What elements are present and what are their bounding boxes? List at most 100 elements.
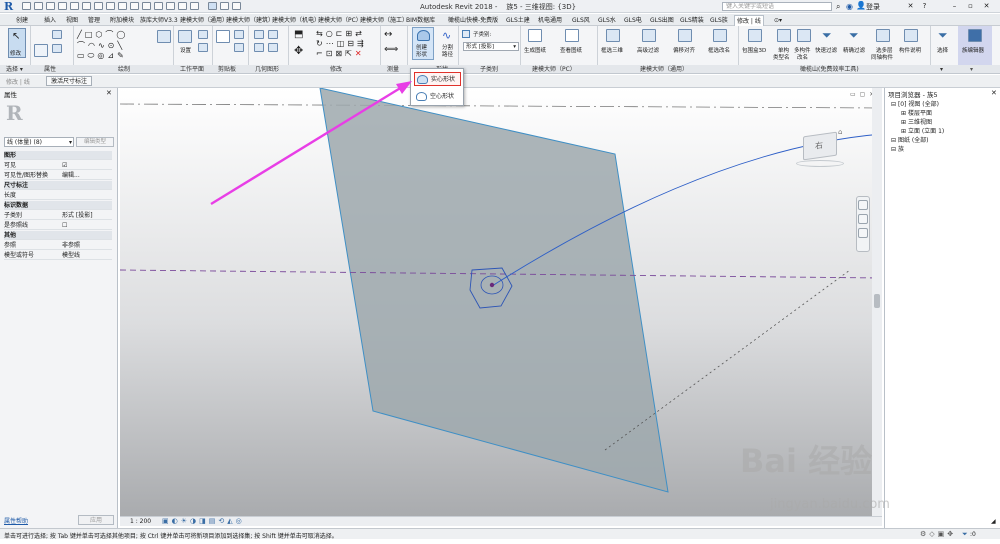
section-icon[interactable] bbox=[142, 2, 151, 10]
close-icon[interactable]: ✕ bbox=[982, 2, 991, 10]
activate-dimensions-button[interactable]: 激活尺寸标注 bbox=[46, 76, 93, 86]
load-into-project-icon[interactable] bbox=[968, 29, 982, 42]
home-icon[interactable]: ⌂ bbox=[838, 128, 842, 136]
tab-16[interactable]: GLS水 bbox=[596, 15, 618, 26]
delete-icon[interactable]: ✕ bbox=[355, 49, 365, 58]
paint-icon[interactable] bbox=[268, 43, 278, 52]
tree-expand-icon[interactable]: ⊟ bbox=[891, 137, 898, 144]
minimize-icon[interactable]: – bbox=[950, 2, 959, 10]
properties-help-link[interactable]: 属性帮助 bbox=[4, 516, 28, 525]
browser-tree-item[interactable]: ⊞ 三维视图 bbox=[901, 117, 932, 126]
subscription-icon[interactable]: ◉ bbox=[846, 2, 853, 11]
path-endpoint[interactable] bbox=[489, 282, 495, 288]
show-workplane-icon[interactable] bbox=[198, 30, 208, 39]
property-group-header[interactable]: 图形 bbox=[4, 151, 112, 160]
modify-qat-icon[interactable] bbox=[208, 2, 217, 10]
property-row[interactable]: 模型或符号 模型线 bbox=[4, 251, 112, 260]
redo-icon[interactable] bbox=[70, 2, 79, 10]
family-types-icon[interactable] bbox=[52, 30, 62, 39]
draw-line-icon[interactable]: ╱□⬡⌒◯ bbox=[77, 29, 128, 40]
property-row[interactable]: 长度 bbox=[4, 191, 112, 200]
precise-filter-button[interactable]: 精确过滤 bbox=[843, 46, 865, 54]
close-hidden-icon[interactable] bbox=[166, 2, 175, 10]
draw-spline-icon[interactable]: ▭⬭◎⊿✎ bbox=[77, 51, 127, 61]
dimension-icon[interactable]: ⟺ bbox=[384, 44, 398, 55]
steering-wheel-icon[interactable] bbox=[858, 200, 868, 210]
bbox-3d-button[interactable]: 包围盒3D bbox=[742, 46, 766, 54]
measure-tool-icon[interactable]: ↔ bbox=[384, 29, 392, 40]
tab-1[interactable]: 插入 bbox=[42, 15, 58, 26]
close-icon[interactable]: ✕ bbox=[991, 89, 997, 97]
vertical-scrollbar[interactable] bbox=[872, 88, 882, 516]
tab-11[interactable]: BIM数据库 bbox=[404, 15, 437, 26]
join-geometry-icon[interactable] bbox=[254, 43, 264, 52]
property-value[interactable]: 非参照 bbox=[62, 241, 80, 250]
align-offset-icon[interactable] bbox=[678, 29, 692, 42]
view-drawing-icon[interactable] bbox=[565, 29, 579, 42]
property-row[interactable]: 可见 ☑ bbox=[4, 161, 112, 170]
property-group-header[interactable]: 尺寸标注 bbox=[4, 181, 112, 190]
zoom-options-icon[interactable] bbox=[858, 228, 868, 238]
type-selector[interactable]: 线 (体量) (8) ▾ bbox=[4, 137, 74, 147]
tab-3[interactable]: 管理 bbox=[86, 15, 102, 26]
undo-icon[interactable] bbox=[58, 2, 67, 10]
viewer-icon[interactable] bbox=[198, 43, 208, 52]
set-workplane-icon[interactable] bbox=[178, 30, 192, 43]
filter-qat-icon[interactable] bbox=[220, 2, 229, 10]
tab-12[interactable]: 橄榄山快模-免费版 bbox=[446, 15, 500, 26]
property-value[interactable]: 模型线 bbox=[62, 251, 80, 260]
tab-18[interactable]: GLS出图 bbox=[648, 15, 676, 26]
align-offset-button[interactable]: 偏移对齐 bbox=[673, 46, 695, 54]
filter-rename-icon[interactable] bbox=[713, 29, 727, 42]
group-select-chevron[interactable]: ▾ bbox=[940, 65, 943, 74]
filter-3d-button[interactable]: 框选三维 bbox=[601, 46, 623, 54]
property-row[interactable]: 参照 非参照 bbox=[4, 241, 112, 250]
viewcube[interactable]: 右 bbox=[803, 131, 837, 161]
tab-10[interactable]: 建模大师（施工） bbox=[358, 15, 410, 26]
view-drawing-button[interactable]: 查看图纸 bbox=[560, 46, 582, 54]
switch-windows-icon[interactable] bbox=[178, 2, 187, 10]
tab-7[interactable]: 建模大师（建筑） bbox=[224, 15, 276, 26]
bbox-3d-icon[interactable] bbox=[748, 29, 762, 42]
tab-2[interactable]: 视图 bbox=[64, 15, 80, 26]
tab-9[interactable]: 建模大师（PC） bbox=[316, 15, 364, 26]
tab-15[interactable]: GLS风 bbox=[570, 15, 592, 26]
tab-20[interactable]: GLS族 bbox=[708, 15, 730, 26]
tab-17[interactable]: GLS电 bbox=[622, 15, 644, 26]
create-form-button[interactable]: 创建 形状 bbox=[412, 27, 434, 60]
modify-row3-icons[interactable]: ⌐⊡⊠⇱✕ bbox=[316, 49, 365, 58]
property-row[interactable]: 子类别 形式 [投影] bbox=[4, 211, 112, 220]
properties-icon[interactable] bbox=[34, 44, 48, 57]
text-icon[interactable] bbox=[118, 2, 127, 10]
scroll-thumb[interactable] bbox=[874, 294, 880, 308]
tree-expand-icon[interactable]: ⊞ bbox=[901, 110, 908, 117]
customize-qat-icon[interactable] bbox=[190, 2, 199, 10]
select-qat-icon[interactable] bbox=[232, 2, 241, 10]
resize-grip-icon[interactable]: ◢ bbox=[991, 518, 999, 526]
advanced-filter-button[interactable]: 高级过滤 bbox=[637, 46, 659, 54]
tab-19[interactable]: GLS精装 bbox=[678, 15, 706, 26]
filter-rename-button[interactable]: 框选改名 bbox=[708, 46, 730, 54]
filter-3d-icon[interactable] bbox=[606, 29, 620, 42]
precise-filter-icon[interactable]: ⏷ bbox=[849, 28, 859, 43]
property-row[interactable]: 可见性/图形替换 编辑... bbox=[4, 171, 112, 180]
save-icon[interactable] bbox=[34, 2, 43, 10]
browser-tree-item[interactable]: ⊟ 族 bbox=[891, 144, 904, 153]
paste-icon[interactable] bbox=[216, 30, 230, 43]
browser-tree-item[interactable]: ⊞ 立面 (立面 1) bbox=[901, 126, 944, 135]
view-scale[interactable]: 1 : 200 bbox=[130, 518, 151, 525]
user-icon[interactable]: 👤 bbox=[856, 1, 866, 10]
binoculars-icon[interactable]: ⌕ bbox=[836, 2, 840, 12]
tab-5[interactable]: 族库大师V3.3 bbox=[138, 15, 180, 26]
void-form-item[interactable]: 空心形状 bbox=[414, 90, 461, 104]
3d-view-icon[interactable] bbox=[130, 2, 139, 10]
status-icons[interactable]: ⚙◇▣✥ bbox=[920, 530, 956, 538]
align-icon[interactable]: ⬒ bbox=[294, 29, 303, 40]
browser-tree-item[interactable]: ⊞ 楼层平面 bbox=[901, 108, 932, 117]
filter-status-icon[interactable]: ⏷ bbox=[962, 530, 968, 539]
close-icon[interactable]: ✕ bbox=[106, 89, 112, 97]
modify-row1-icons[interactable]: ⇆○⊏⊞⇄ bbox=[316, 29, 365, 38]
select-button[interactable]: 选择 bbox=[937, 46, 948, 54]
tree-expand-icon[interactable]: ⊞ bbox=[901, 128, 908, 135]
tree-expand-icon[interactable]: ⊟ bbox=[891, 146, 898, 153]
